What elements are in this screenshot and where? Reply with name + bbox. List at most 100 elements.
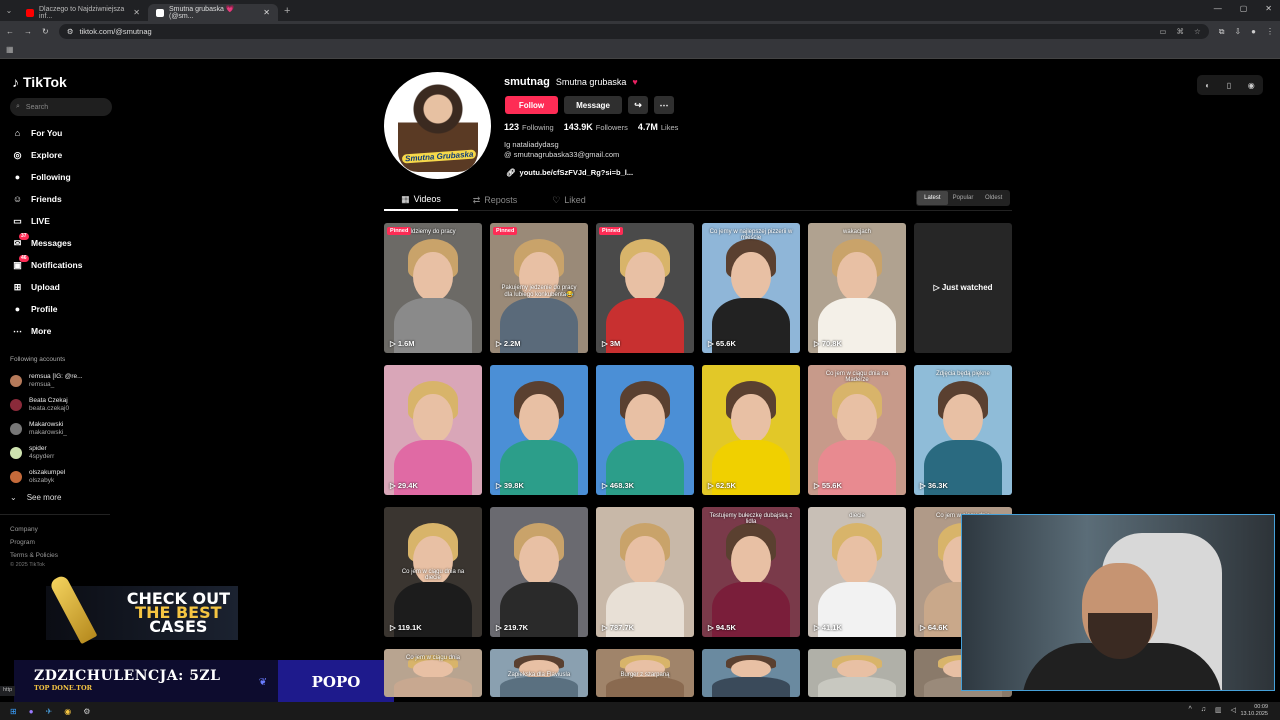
search-input[interactable]: ⌕ Search <box>10 98 112 116</box>
video-thumbnail[interactable] <box>702 649 800 697</box>
sort-oldest[interactable]: Oldest <box>978 191 1009 205</box>
back-icon[interactable]: ← <box>6 27 14 36</box>
tiktok-logo[interactable]: ♪ TikTok <box>12 74 120 90</box>
tiktok-favicon-icon <box>156 8 164 17</box>
sidebar-item-explore[interactable]: ◎ Explore <box>12 144 120 166</box>
minimize-icon[interactable]: — <box>1214 4 1222 13</box>
windows-start-icon[interactable]: ⊞ <box>10 707 17 716</box>
video-thumbnail[interactable]: ▷ 787.7K <box>596 507 694 637</box>
sidebar-item-profile[interactable]: ● Profile <box>12 298 120 320</box>
apps-icon[interactable]: ▦ <box>6 45 14 54</box>
share-icon[interactable]: ↪ <box>628 96 648 114</box>
site-info-icon[interactable]: ⚙ <box>67 27 74 36</box>
video-thumbnail[interactable]: ▷ 39.8K <box>490 365 588 495</box>
following-account[interactable]: spider 4spyderr <box>10 441 120 465</box>
following-stat[interactable]: 123 Following <box>504 122 554 132</box>
taskbar-app-icon[interactable]: ● <box>29 707 34 716</box>
video-thumbnail[interactable]: Co jem w ciągu dnia na Maderze ▷ 55.6K <box>808 365 906 495</box>
downloads-icon[interactable]: ⇩ <box>1234 27 1241 36</box>
bookmark-star-icon[interactable]: ☆ <box>1194 27 1201 36</box>
chrome-taskbar-icon[interactable]: ◉ <box>64 707 71 716</box>
sort-latest[interactable]: Latest <box>917 191 948 205</box>
sidebar-item-for-you[interactable]: ⌂ For You <box>12 122 120 144</box>
taskbar-app-icon[interactable]: ✈ <box>46 707 53 716</box>
browser-tab-1[interactable]: Dlaczego to Najdziwniejsza inf... ✕ <box>18 4 148 21</box>
sidebar-item-friends[interactable]: ☺ Friends <box>12 188 120 210</box>
sidebar-item-upload[interactable]: ⊞ Upload <box>12 276 120 298</box>
more-options-icon[interactable]: ⋯ <box>654 96 674 114</box>
sidebar-item-more[interactable]: ⋯ More <box>12 320 120 342</box>
video-thumbnail[interactable]: wakacjach ▷ 70.8K <box>808 223 906 353</box>
sidebar-item-messages[interactable]: ✉ 37 Messages <box>12 232 120 254</box>
see-more-button[interactable]: ⌄ See more <box>10 493 120 502</box>
mic-icon[interactable]: ♫ <box>1201 706 1206 714</box>
video-thumbnail[interactable]: ▷ 468.3K <box>596 365 694 495</box>
close-tab-icon[interactable]: ✕ <box>263 8 270 17</box>
device-icon[interactable]: ▯ <box>1227 81 1231 90</box>
profile-avatar[interactable]: Smutna Grubaska <box>384 72 491 179</box>
extensions-icon[interactable]: ⧉ <box>1219 27 1225 37</box>
footer-terms[interactable]: Terms & Policies <box>10 549 120 562</box>
video-thumbnail[interactable]: Zapiekska dla Flaviusla <box>490 649 588 697</box>
following-account[interactable]: Makarowski makarowski_ <box>10 417 120 441</box>
user-avatar-icon[interactable]: ◉ <box>1248 81 1255 90</box>
likes-stat: 4.7M Likes <box>638 122 679 132</box>
video-thumbnail[interactable]: ▷ 62.5K <box>702 365 800 495</box>
video-thumbnail[interactable]: ▷ 219.7K <box>490 507 588 637</box>
view-count-value: 2.2M <box>503 339 521 348</box>
sidebar-item-live[interactable]: ▭ LIVE <box>12 210 120 232</box>
video-thumbnail[interactable]: Co jem w ciągu dnia na diecie ▷ 119.1K <box>384 507 482 637</box>
video-thumbnail[interactable]: ▷ 29.4K <box>384 365 482 495</box>
sort-popular[interactable]: Popular <box>948 191 979 205</box>
footer-program[interactable]: Program <box>10 536 120 549</box>
video-thumbnail[interactable]: Burger z szarpaną <box>596 649 694 697</box>
tab-videos[interactable]: ▦ Videos <box>384 189 458 211</box>
avatar <box>10 471 22 483</box>
profile-icon[interactable]: ● <box>1251 27 1256 36</box>
taskbar-app-icon[interactable]: ⚙ <box>83 707 90 716</box>
coins-icon[interactable]: ◐ <box>1205 81 1210 90</box>
reload-icon[interactable]: ↻ <box>42 27 49 36</box>
tab-reposts[interactable]: ⇄ Reposts <box>458 189 532 211</box>
video-thumbnail[interactable]: ▷ Just watched <box>914 223 1012 353</box>
sidebar-item-following[interactable]: ● Following <box>12 166 120 188</box>
following-account[interactable]: remsua [IG: @re... remsua_ <box>10 369 120 393</box>
close-window-icon[interactable]: ✕ <box>1265 4 1272 13</box>
follow-button[interactable]: Follow <box>505 96 558 114</box>
forward-icon[interactable]: → <box>24 27 32 36</box>
avatar <box>10 399 22 411</box>
maximize-icon[interactable]: ▢ <box>1240 4 1248 13</box>
following-account[interactable]: Beata Czekaj beata.czekaj0 <box>10 393 120 417</box>
video-thumbnail[interactable]: Co jem w ciągu dnia <box>384 649 482 697</box>
video-thumbnail[interactable]: Pinned ▷ 3M <box>596 223 694 353</box>
sidebar-item-notifications[interactable]: ▣ 46 Notifications <box>12 254 120 276</box>
close-tab-icon[interactable]: ✕ <box>133 8 140 17</box>
taskbar-clock[interactable]: 00:09 13.10.2025 <box>1240 704 1268 718</box>
profile-username: smutnag <box>504 76 550 88</box>
translate-icon[interactable]: ⌘ <box>1177 27 1185 36</box>
browser-tab-2[interactable]: Smutna grubaska 💗 (@sm... ✕ <box>148 4 278 21</box>
video-thumbnail[interactable]: Co jemy w najlepszej pizzerii w mieście ▷… <box>702 223 800 353</box>
volume-icon[interactable]: ◁ <box>1231 706 1236 714</box>
chevron-up-icon[interactable]: ^ <box>1188 706 1191 714</box>
bio-link[interactable]: 🔗︎ youtu.be/cfSzFVJd_Rg?si=b_l... <box>506 168 633 177</box>
video-thumbnail[interactable]: Testujemy bułeczkę dubajską z lidla ▷ 94.… <box>702 507 800 637</box>
video-thumbnail[interactable] <box>808 649 906 697</box>
video-thumbnail[interactable]: diecie ▷ 41.1K <box>808 507 906 637</box>
network-icon[interactable]: ▥ <box>1215 706 1222 714</box>
cast-icon[interactable]: ▭ <box>1159 27 1166 36</box>
url-field[interactable]: ⚙ tiktok.com/@smutnag ▭ ⌘ ☆ <box>58 24 1209 39</box>
video-overlay-text: Co jem w ciągu dnia na diecie <box>401 569 465 582</box>
followers-stat[interactable]: 143.9K Followers <box>564 122 628 132</box>
new-tab-button[interactable]: + <box>278 5 296 17</box>
video-thumbnail[interactable]: Pinned Idziemy do pracy ▷ 1.6M <box>384 223 482 353</box>
video-thumbnail[interactable]: Zdjęcia będą piękne ▷ 36.3K <box>914 365 1012 495</box>
following-account[interactable]: olszakumpel olszabyk <box>10 465 120 489</box>
video-thumbnail[interactable]: Pinned Pakujemy jedzenie do pracy dla lub… <box>490 223 588 353</box>
menu-icon[interactable]: ⋮ <box>1266 27 1274 36</box>
footer-company[interactable]: Company <box>10 523 120 536</box>
profile-avatar-icon: ● <box>14 304 21 314</box>
tab-liked[interactable]: ♡ Liked <box>532 189 606 211</box>
message-button[interactable]: Message <box>564 96 622 114</box>
tab-search-icon[interactable]: ⌄ <box>0 6 18 15</box>
